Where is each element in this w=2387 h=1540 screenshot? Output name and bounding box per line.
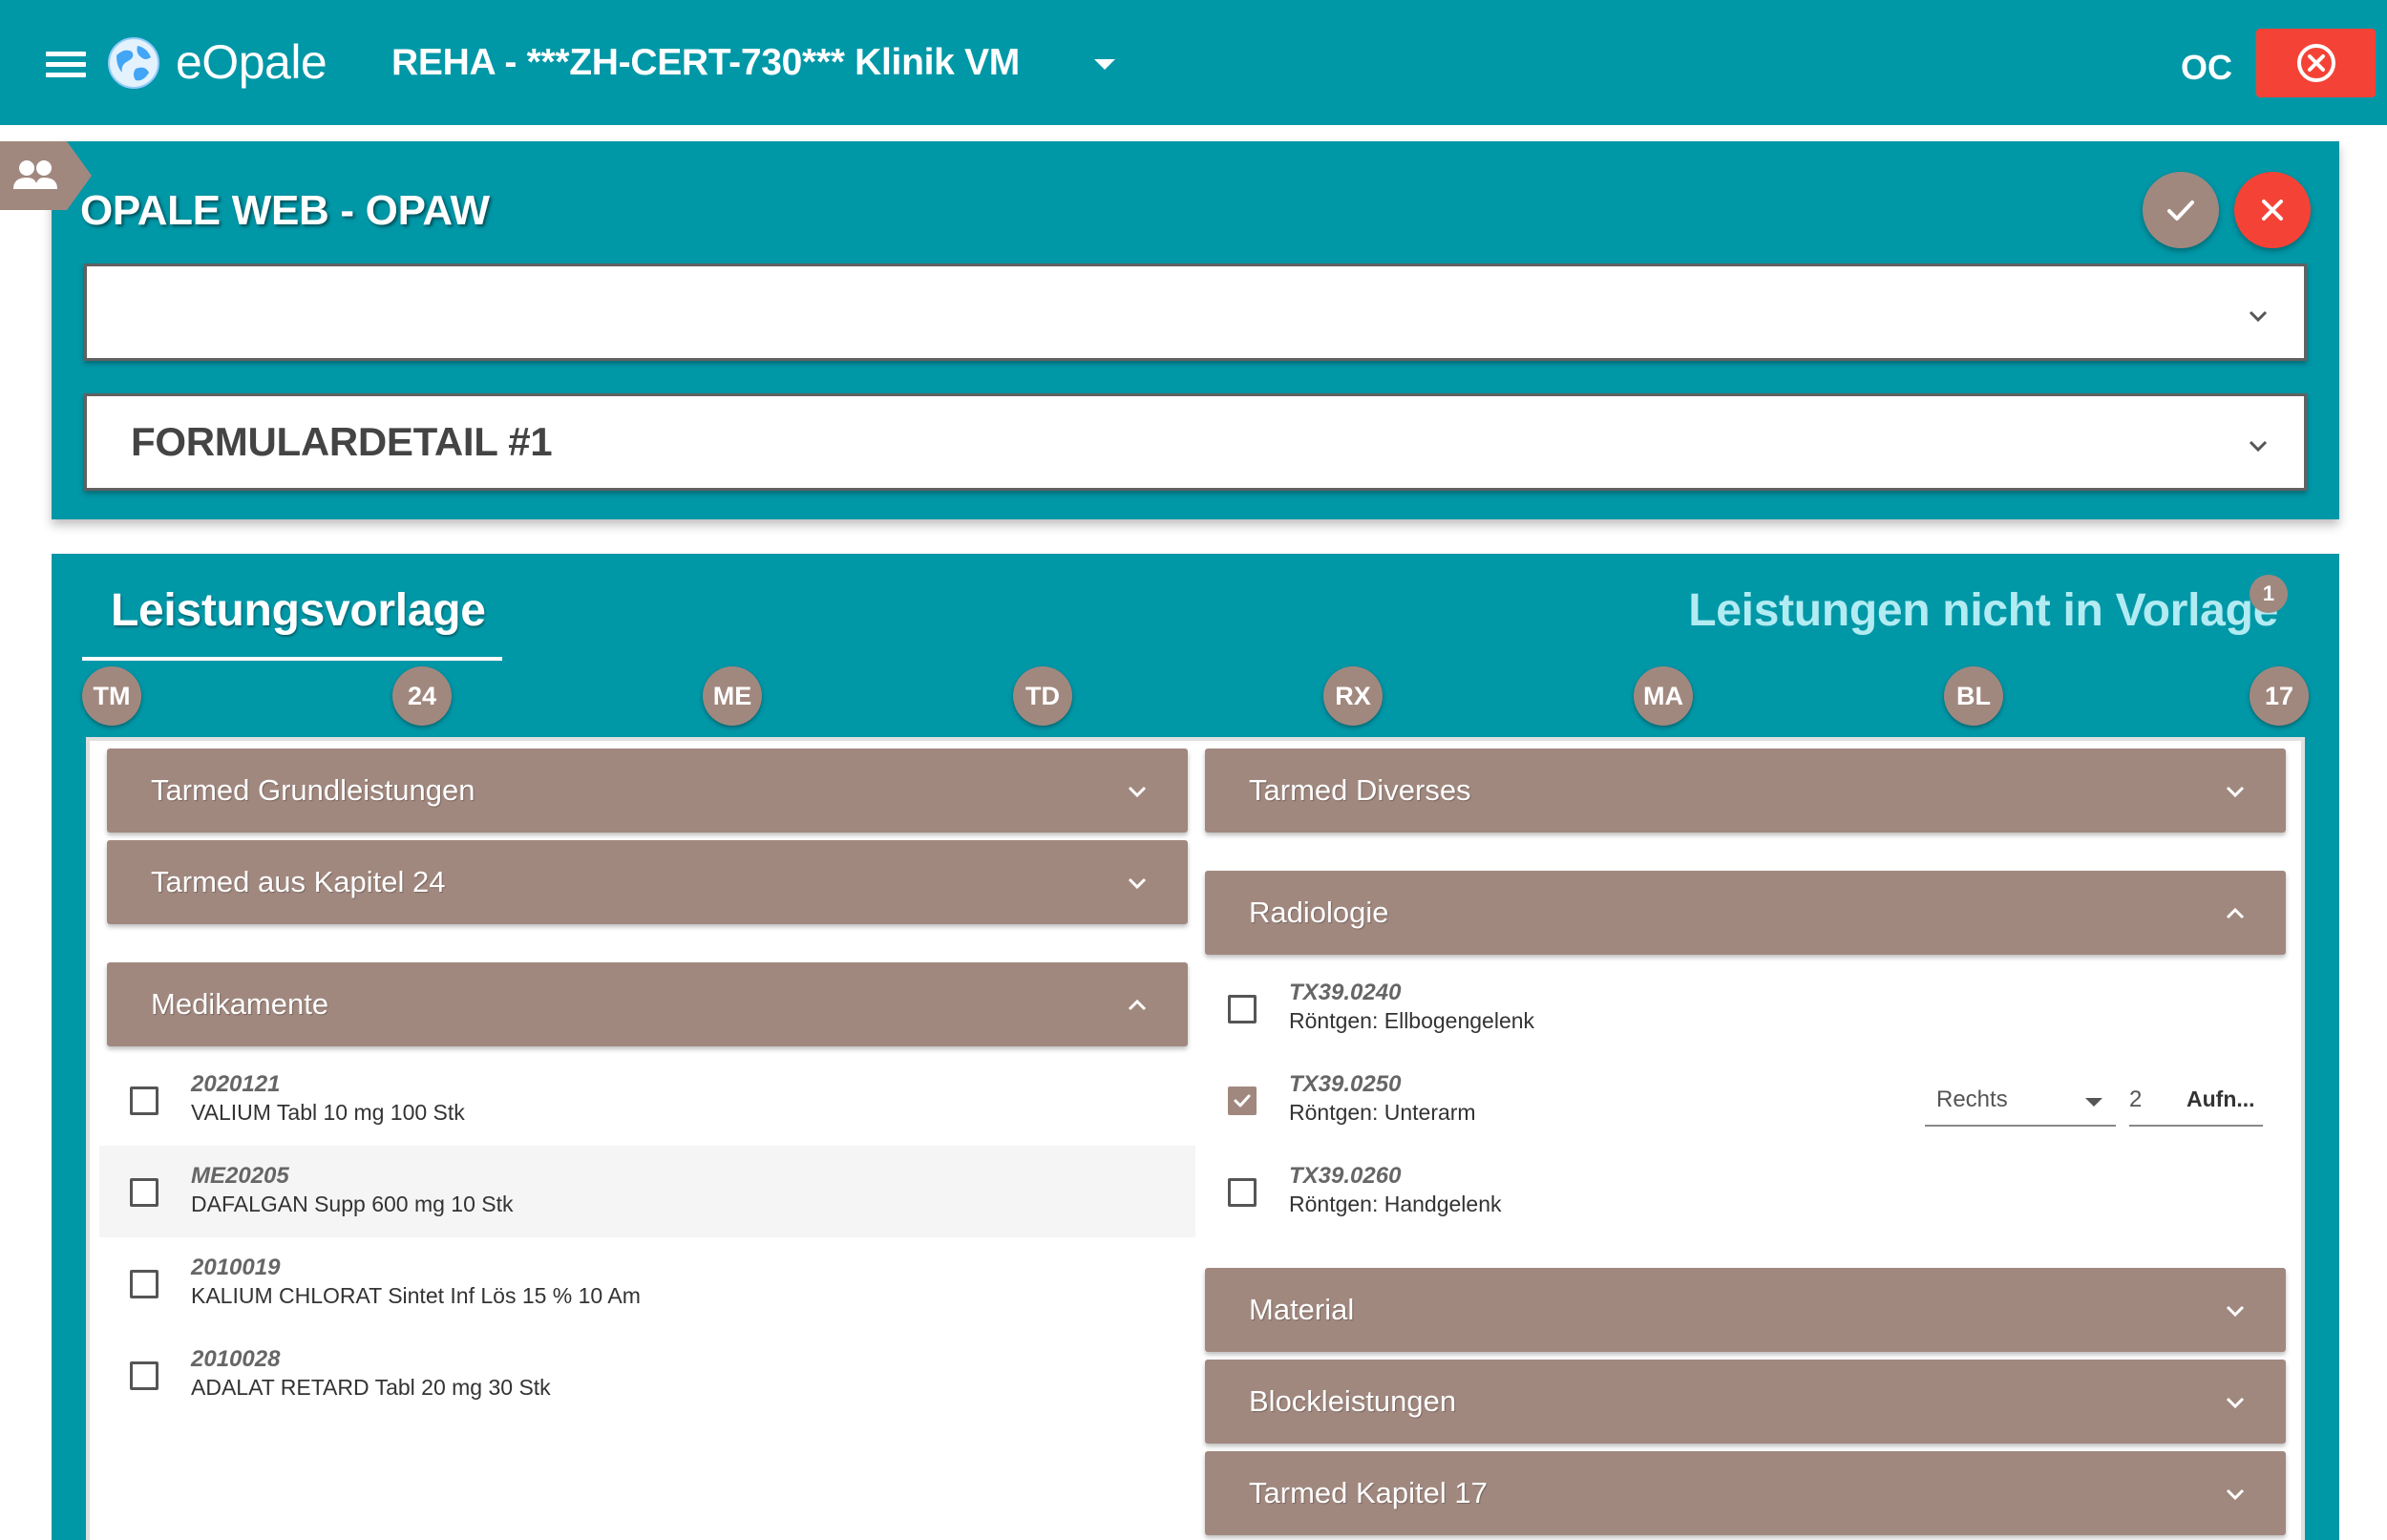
chevron-down-icon — [1128, 877, 1147, 890]
item-code: 2020121 — [191, 1071, 281, 1097]
cancel-button[interactable] — [2234, 172, 2311, 248]
list-item[interactable]: 2020121 VALIUM Tabl 10 mg 100 Stk — [99, 1054, 1195, 1146]
top-app-bar: eOpale REHA - ***ZH-CERT-730*** Klinik V… — [0, 0, 2387, 125]
tab-leistungsvorlage[interactable]: Leistungsvorlage — [111, 584, 486, 637]
section-label: Tarmed Kapitel 17 — [1249, 1476, 1488, 1509]
check-icon — [1234, 1094, 1251, 1108]
section-label: Blockleistungen — [1249, 1384, 1457, 1418]
chip-ma[interactable]: MA — [1634, 666, 1693, 726]
form-title: OPALE WEB - OPAW — [80, 187, 490, 234]
close-icon — [2262, 200, 2283, 221]
item-description: Röntgen: Handgelenk — [1289, 1192, 1502, 1216]
tab-count-badge: 1 — [2250, 575, 2288, 613]
section-label: Tarmed Grundleistungen — [151, 773, 475, 807]
item-code: 2010028 — [191, 1346, 281, 1372]
chevron-down-icon — [2249, 310, 2268, 323]
chip-me[interactable]: ME — [703, 666, 762, 726]
item-checkbox[interactable] — [1228, 995, 1257, 1023]
active-tab-indicator — [82, 657, 502, 661]
section-tarmed-kapitel-24[interactable]: Tarmed aus Kapitel 24 — [107, 840, 1188, 924]
form-detail-value: FORMULARDETAIL #1 — [131, 419, 553, 464]
form-detail-dropdown[interactable]: FORMULARDETAIL #1 — [84, 393, 2307, 491]
app-brand: eOpale — [176, 35, 327, 89]
list-item[interactable]: 2010028 ADALAT RETARD Tabl 20 mg 30 Stk — [99, 1329, 1195, 1421]
close-session-button[interactable] — [2256, 29, 2376, 97]
section-label: Radiologie — [1249, 896, 1389, 929]
quantity-field[interactable]: 2 Aufn... — [2129, 1073, 2263, 1127]
section-material[interactable]: Material — [1205, 1268, 2286, 1352]
section-label: Material — [1249, 1293, 1355, 1326]
chevron-up-icon — [1128, 999, 1147, 1011]
chip-td[interactable]: TD — [1013, 666, 1072, 726]
chip-tm[interactable]: TM — [82, 666, 141, 726]
list-item[interactable]: TX39.0240 Röntgen: Ellbogengelenk — [1197, 962, 2293, 1054]
menu-icon[interactable] — [46, 52, 86, 78]
chevron-down-icon — [1128, 786, 1147, 798]
chevron-down-icon — [2226, 1305, 2245, 1318]
item-checkbox-checked[interactable] — [1228, 1086, 1257, 1115]
item-checkbox[interactable] — [1228, 1178, 1257, 1207]
caret-down-icon — [2085, 1098, 2102, 1107]
section-medikamente[interactable]: Medikamente — [107, 962, 1188, 1046]
item-description: DAFALGAN Supp 600 mg 10 Stk — [191, 1192, 514, 1216]
list-item[interactable]: ME20205 DAFALGAN Supp 600 mg 10 Stk — [99, 1146, 1195, 1237]
section-radiologie[interactable]: Radiologie — [1205, 871, 2286, 955]
section-label: Medikamente — [151, 987, 329, 1021]
globe-logo-icon — [108, 37, 159, 89]
chevron-down-icon — [2226, 786, 2245, 798]
form-select-dropdown[interactable] — [84, 264, 2307, 361]
section-label: Tarmed aus Kapitel 24 — [151, 865, 446, 898]
side-select[interactable]: Rechts — [1925, 1073, 2116, 1127]
item-checkbox[interactable] — [130, 1086, 158, 1115]
chevron-down-icon — [2226, 1397, 2245, 1409]
item-description: Röntgen: Ellbogengelenk — [1289, 1008, 1535, 1033]
item-checkbox[interactable] — [130, 1178, 158, 1207]
chevron-up-icon — [2226, 907, 2245, 919]
patients-side-tab[interactable] — [0, 141, 92, 210]
aufnahmen-label: Aufn... — [2186, 1086, 2255, 1111]
item-description: KALIUM CHLORAT Sintet Inf Lös 15 % 10 Am — [191, 1283, 641, 1308]
close-circle-icon — [2296, 44, 2335, 82]
item-code: TX39.0240 — [1289, 980, 1402, 1005]
list-item[interactable]: 2010019 KALIUM CHLORAT Sintet Inf Lös 15… — [99, 1237, 1195, 1329]
user-initials[interactable]: OC — [2181, 48, 2232, 88]
chip-rx[interactable]: RX — [1323, 666, 1383, 726]
section-tarmed-grundleistungen[interactable]: Tarmed Grundleistungen — [107, 749, 1188, 833]
item-code: TX39.0250 — [1289, 1071, 1402, 1097]
item-code: TX39.0260 — [1289, 1163, 1402, 1189]
chevron-down-icon — [2226, 1488, 2245, 1501]
item-checkbox[interactable] — [130, 1270, 158, 1298]
section-tarmed-kapitel-17[interactable]: Tarmed Kapitel 17 — [1205, 1451, 2286, 1535]
clinic-dropdown-caret-icon[interactable] — [1094, 59, 1115, 70]
form-header-panel: OPALE WEB - OPAW FORMULARDETAIL #1 — [52, 141, 2339, 519]
item-checkbox[interactable] — [130, 1361, 158, 1390]
chip-17[interactable]: 17 — [2250, 666, 2309, 726]
section-blockleistungen[interactable]: Blockleistungen — [1205, 1360, 2286, 1444]
item-description: VALIUM Tabl 10 mg 100 Stk — [191, 1100, 465, 1125]
tab-leistungen-nicht-in-vorlage[interactable]: Leistungen nicht in Vorlage — [1688, 584, 2278, 637]
item-description: ADALAT RETARD Tabl 20 mg 30 Stk — [191, 1375, 551, 1400]
quantity-value: 2 — [2129, 1086, 2143, 1112]
item-code: ME20205 — [191, 1163, 289, 1189]
list-item[interactable]: TX39.0260 Röntgen: Handgelenk — [1197, 1146, 2293, 1237]
chip-bl[interactable]: BL — [1944, 666, 2003, 726]
chevron-down-icon — [2249, 440, 2268, 453]
item-description: Röntgen: Unterarm — [1289, 1100, 1476, 1125]
section-label: Tarmed Diverses — [1249, 773, 1471, 807]
check-icon — [2167, 200, 2194, 221]
side-select-value: Rechts — [1936, 1086, 2008, 1112]
confirm-button[interactable] — [2143, 172, 2219, 248]
item-code: 2010019 — [191, 1255, 281, 1280]
section-tarmed-diverses[interactable]: Tarmed Diverses — [1205, 749, 2286, 833]
clinic-name[interactable]: REHA - ***ZH-CERT-730*** Klinik VM — [391, 42, 1020, 84]
chip-24[interactable]: 24 — [392, 666, 452, 726]
